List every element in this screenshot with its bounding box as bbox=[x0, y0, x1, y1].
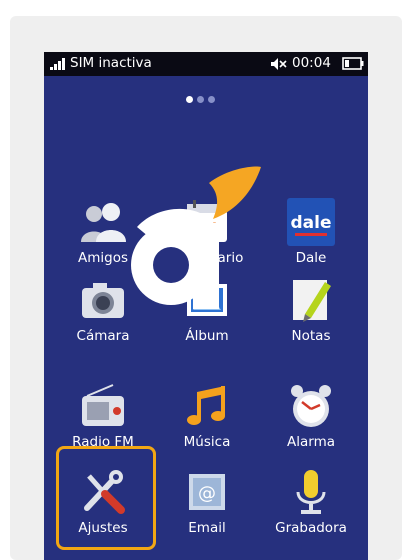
app-label: Álbum bbox=[185, 328, 229, 344]
selection-highlight bbox=[56, 446, 156, 550]
app-label: Notas bbox=[291, 328, 331, 344]
dale-icon: dale bbox=[287, 198, 335, 246]
app-notas[interactable]: Notas bbox=[266, 272, 356, 370]
app-label: Grabadora bbox=[275, 520, 347, 536]
app-email[interactable]: @ Email bbox=[162, 464, 252, 560]
page-dot[interactable] bbox=[208, 96, 215, 103]
contacts-icon bbox=[81, 203, 126, 242]
app-grabadora[interactable]: Grabadora bbox=[266, 464, 356, 560]
svg-text:dale: dale bbox=[291, 213, 332, 233]
brand-logo bbox=[131, 166, 261, 309]
speaker-muted-icon bbox=[271, 58, 287, 70]
app-musica[interactable]: Música bbox=[162, 378, 252, 476]
camera-icon bbox=[82, 283, 124, 318]
app-label: Cámara bbox=[76, 328, 130, 344]
notes-icon bbox=[293, 280, 331, 322]
radio-icon bbox=[82, 384, 124, 426]
page-dot-active[interactable] bbox=[186, 96, 193, 103]
app-label: Email bbox=[188, 520, 226, 536]
app-label: Dale bbox=[295, 250, 327, 266]
app-alarma[interactable]: Alarma bbox=[266, 378, 356, 476]
email-icon: @ bbox=[189, 474, 225, 510]
app-label: Alarma bbox=[287, 434, 335, 450]
music-icon bbox=[187, 386, 225, 425]
microphone-icon bbox=[296, 470, 326, 514]
status-bar: SIM inactiva 00:04 bbox=[44, 52, 368, 76]
battery-icon bbox=[342, 57, 364, 70]
clock: 00:04 bbox=[292, 55, 331, 71]
carrier-label: SIM inactiva bbox=[70, 55, 152, 71]
page-dot[interactable] bbox=[197, 96, 204, 103]
alarm-clock-icon bbox=[291, 385, 331, 427]
svg-text:@: @ bbox=[198, 483, 216, 504]
app-label: Música bbox=[183, 434, 231, 450]
signal-bars-icon bbox=[50, 58, 65, 70]
